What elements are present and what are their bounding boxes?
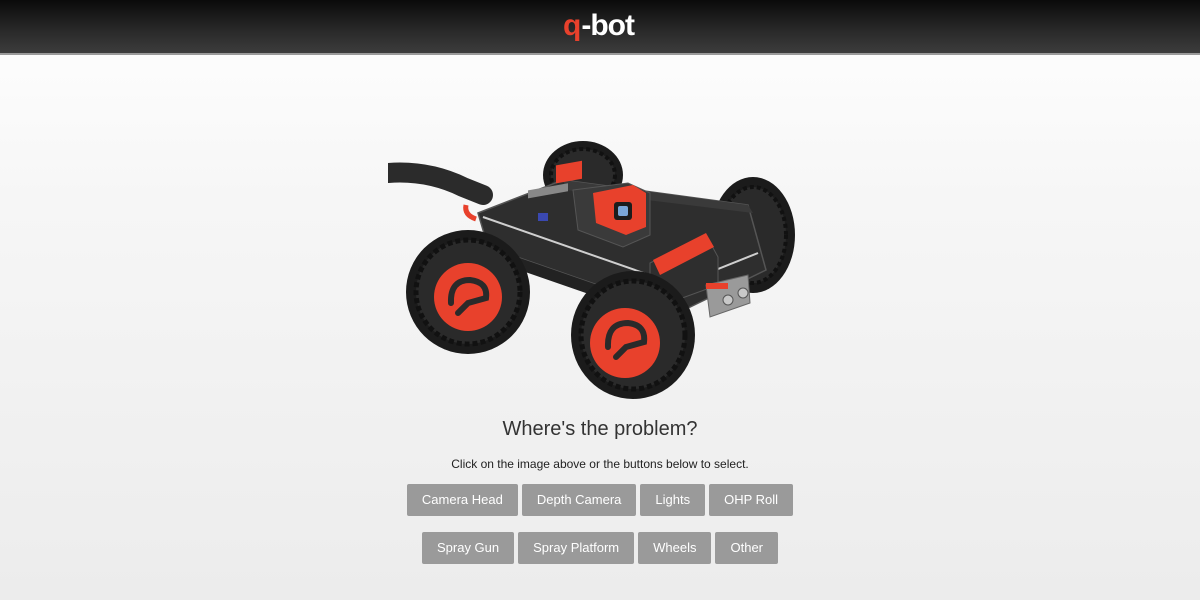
depth-camera-button[interactable]: Depth Camera: [521, 484, 637, 516]
problem-heading: Where's the problem?: [502, 418, 698, 440]
other-button[interactable]: Other: [715, 532, 778, 564]
instruction-text: Click on the image above or the buttons …: [451, 457, 749, 471]
wheel-front-right[interactable]: [571, 271, 695, 399]
wheel-front-left[interactable]: [406, 230, 530, 354]
spray-gun-button[interactable]: Spray Gun: [421, 532, 515, 564]
button-row-2: Spray Gun Spray Platform Wheels Other: [0, 532, 1200, 564]
logo-bot: -bot: [581, 9, 635, 42]
logo-q: q: [563, 9, 581, 42]
wheels-button[interactable]: Wheels: [638, 532, 712, 564]
qbot-logo[interactable]: q -bot: [563, 9, 635, 47]
camera-head-button[interactable]: Camera Head: [406, 484, 518, 516]
robot-image[interactable]: [388, 135, 808, 405]
button-row-1: Camera Head Depth Camera Lights OHP Roll: [0, 484, 1200, 516]
tether-cable: [388, 162, 493, 205]
lights-button[interactable]: Lights: [640, 484, 706, 516]
top-bar: q -bot: [0, 0, 1200, 55]
ohp-roll-button[interactable]: OHP Roll: [709, 484, 794, 516]
spray-platform-button[interactable]: Spray Platform: [518, 532, 635, 564]
